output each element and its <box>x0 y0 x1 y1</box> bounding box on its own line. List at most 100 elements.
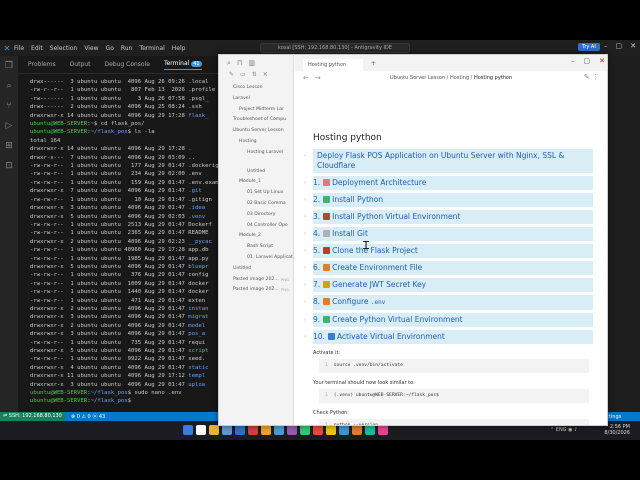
tree-item[interactable]: Hosting Laravel <box>219 148 293 159</box>
taskbar-app-icon[interactable] <box>274 425 284 435</box>
toc-item[interactable]: › Deploy Flask POS Application on Ubuntu … <box>304 149 593 173</box>
taskbar-app-icon[interactable] <box>248 425 258 435</box>
menu-item-help[interactable]: Help <box>172 45 186 52</box>
chevron-right-icon[interactable]: › <box>304 280 306 290</box>
minimize-icon[interactable]: – <box>604 42 608 50</box>
toc-link[interactable]: Install Python Virtual Environment <box>332 212 460 221</box>
taskbar-app-icon[interactable] <box>339 425 349 435</box>
toc-link[interactable]: Create Python Virtual Environment <box>332 315 462 324</box>
tree-item[interactable]: 01. Laravel Applicati <box>219 253 293 264</box>
sidebar-toggle-icon[interactable]: ▥ <box>248 59 255 67</box>
tree-item[interactable]: Pasted image 202... PNG <box>219 275 293 286</box>
taskbar-app-icon[interactable] <box>378 425 388 435</box>
chevron-right-icon[interactable]: › <box>304 297 306 307</box>
source-control-icon[interactable]: ⑂ <box>0 96 18 116</box>
maximize-icon[interactable]: ▢ <box>616 42 623 50</box>
menu-item-terminal[interactable]: Terminal <box>139 45 164 52</box>
tree-item[interactable]: Cisco Lesson <box>219 83 293 94</box>
toc-item[interactable]: › 3. Install Python Virtual Environment <box>304 210 593 224</box>
toc-item[interactable]: › 10. Activate Virtual Environment <box>304 330 593 344</box>
remote-indicator[interactable]: ⇌ SSH: 192.168.80.130 <box>0 412 65 421</box>
tree-item[interactable]: 03 Directory <box>219 210 293 221</box>
chevron-right-icon[interactable]: › <box>304 151 306 161</box>
minimize-icon[interactable]: – <box>571 57 575 65</box>
code-block[interactable]: 1 source .venv/bin/activate <box>319 359 589 373</box>
tab-output[interactable]: Output <box>70 61 91 68</box>
toc-link[interactable]: Create Environment File <box>332 263 422 272</box>
tree-item[interactable]: Module_1 <box>219 177 293 188</box>
tree-item[interactable]: Laravel <box>219 94 293 105</box>
toc-link[interactable]: Configure <box>332 297 371 306</box>
menu-item-selection[interactable]: Selection <box>50 45 78 52</box>
toc-item[interactable]: › 1. Deployment Architecture <box>304 176 593 190</box>
toc-link[interactable]: Deployment Architecture <box>332 178 426 187</box>
extensions-icon[interactable]: ⊞ <box>0 136 18 156</box>
menu-item-edit[interactable]: Edit <box>31 45 43 52</box>
toc-item[interactable]: › 7. Generate JWT Secret Key <box>304 278 593 292</box>
taskbar-app-icon[interactable] <box>261 425 271 435</box>
explorer-icon[interactable]: ❐ <box>0 56 18 76</box>
tree-item[interactable]: Bash Script <box>219 242 293 253</box>
language-indicator[interactable]: ENG <box>556 427 567 433</box>
toc-item[interactable]: › 6. Create Environment File <box>304 261 593 275</box>
back-forward-icons[interactable]: ←→ <box>303 74 327 82</box>
code-block[interactable]: 1 (.venv) ubuntu@WEB-SERVER:~/flask_pos$ <box>319 389 589 403</box>
clock[interactable]: 2:56 PM 8/30/2026 <box>604 424 630 436</box>
taskbar-app-icon[interactable] <box>326 425 336 435</box>
chevron-right-icon[interactable]: › <box>304 315 306 325</box>
collapse-icon[interactable]: ✕ <box>263 71 268 83</box>
breadcrumb-current[interactable]: Hosting python <box>474 75 512 81</box>
try-ai-button[interactable]: Try AI <box>578 43 600 51</box>
chevron-right-icon[interactable]: › <box>304 246 306 256</box>
taskbar-app-icon[interactable] <box>352 425 362 435</box>
chevron-right-icon[interactable]: › <box>304 229 306 239</box>
tree-item[interactable]: Troubleshoot of Compu <box>219 115 293 126</box>
chevron-right-icon[interactable]: › <box>304 332 306 342</box>
tree-item[interactable]: Untitled <box>219 167 293 178</box>
taskbar-app-icon[interactable] <box>300 425 310 435</box>
code-block[interactable]: 1 python --version <box>319 419 589 425</box>
run-debug-icon[interactable]: ▷ <box>0 116 18 136</box>
tab-debug-console[interactable]: Debug Console <box>105 61 150 68</box>
chevron-right-icon[interactable]: › <box>304 195 306 205</box>
close-icon[interactable]: ✕ <box>599 57 605 65</box>
taskbar-app-icon[interactable] <box>196 425 206 435</box>
tree-item[interactable]: Ubuntu Server Lesson <box>219 126 293 137</box>
tab-hosting-python[interactable]: Hosting python <box>303 59 363 71</box>
maximize-icon[interactable]: ▢ <box>584 57 591 65</box>
toc-item[interactable]: › 2. Install Python <box>304 193 593 207</box>
tree-item[interactable]: 01 Set Up Linux <box>219 188 293 199</box>
remote-explorer-icon[interactable]: ⊡ <box>0 156 18 176</box>
tree-item[interactable]: Hosting <box>219 137 293 148</box>
taskbar-app-icon[interactable] <box>365 425 375 435</box>
tree-item[interactable]: 02 Basic Comma <box>219 199 293 210</box>
toc-item[interactable]: › 4. Install Git <box>304 227 593 241</box>
close-icon[interactable]: ✕ <box>630 42 636 50</box>
search-icon[interactable]: ⌕ <box>227 59 231 68</box>
toc-link[interactable]: Activate Virtual Environment <box>337 332 445 341</box>
problems-status[interactable]: ⊗ 0 ⚠ 0 ⓦ 43 <box>71 413 105 420</box>
taskbar-app-icon[interactable] <box>222 425 232 435</box>
sort-icon[interactable]: ⇅ <box>252 71 257 83</box>
bookmark-icon[interactable]: ⊓ <box>237 59 242 67</box>
taskbar-app-icon[interactable] <box>313 425 323 435</box>
taskbar-app-icon[interactable] <box>287 425 297 435</box>
tree-item[interactable]: Project Midterm Lar <box>219 105 293 116</box>
toc-link[interactable]: Clone the Flask Project <box>332 246 418 255</box>
new-note-icon[interactable]: ✎ <box>229 71 234 83</box>
tab-terminal[interactable]: Terminal 41 <box>163 60 202 70</box>
edit-icon[interactable]: ✎ ⋮ <box>584 73 599 81</box>
search-icon[interactable]: ⌕ <box>0 76 18 96</box>
chevron-right-icon[interactable]: › <box>304 178 306 188</box>
taskbar-app-icon[interactable] <box>209 425 219 435</box>
menu-item-file[interactable]: File <box>14 45 24 52</box>
toc-item[interactable]: › 5. Clone the Flask Project <box>304 244 593 258</box>
tree-item[interactable]: Untitled <box>219 264 293 275</box>
menu-item-run[interactable]: Run <box>121 45 133 52</box>
settings-status[interactable]: ttings <box>607 414 621 420</box>
toc-link[interactable]: Install Git <box>332 229 368 238</box>
menu-item-go[interactable]: Go <box>106 45 114 52</box>
taskbar-app-icon[interactable] <box>235 425 245 435</box>
toc-item[interactable]: › 8. Configure .env <box>304 295 593 310</box>
command-center[interactable]: kosal [SSH: 192.168.80.130] - Antigravit… <box>260 43 410 53</box>
